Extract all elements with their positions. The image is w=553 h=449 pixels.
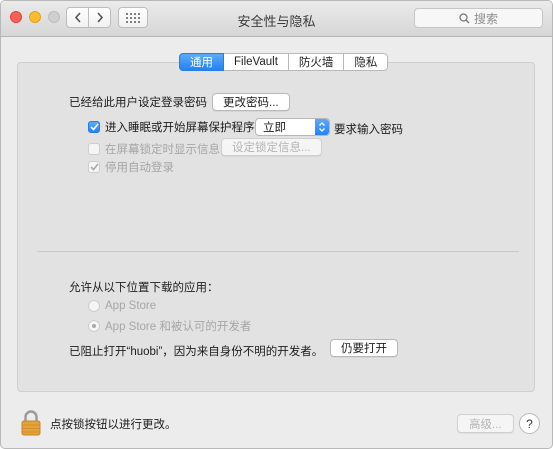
help-button[interactable]: ? [519, 413, 540, 434]
open-anyway-button[interactable]: 仍要打开 [330, 339, 398, 357]
title-bar: 安全性与隐私 搜索 [1, 1, 552, 37]
show-message-label: 在屏幕锁定时显示信息 [105, 144, 220, 156]
app-store-radio[interactable] [88, 300, 100, 312]
tab-privacy[interactable]: 隐私 [344, 53, 389, 71]
identified-developers-radio[interactable] [88, 320, 100, 332]
tab-bar: 通用 FileVault 防火墙 隐私 [179, 53, 389, 71]
search-input[interactable]: 搜索 [414, 8, 543, 28]
disable-auto-login-checkbox[interactable] [88, 161, 100, 173]
preferences-window: 安全性与隐私 搜索 已经给此用户设定登录密码 更改密码... 进入睡眠或开始屏幕… [0, 0, 553, 449]
require-password-label: 进入睡眠或开始屏幕保护程序 [105, 122, 255, 134]
tab-general[interactable]: 通用 [179, 53, 224, 71]
popup-arrows-icon [315, 119, 329, 135]
require-password-suffix: 要求输入密码 [334, 124, 403, 136]
section-divider [37, 251, 519, 252]
require-password-delay-value: 立即 [263, 122, 286, 134]
search-icon [459, 12, 470, 23]
lock-message: 点按锁按钮以进行更改。 [50, 419, 177, 431]
advanced-button[interactable]: 高级... [457, 414, 514, 433]
show-message-checkbox[interactable] [88, 143, 100, 155]
downloads-heading: 允许从以下位置下载的应用： [69, 282, 219, 294]
password-set-label: 已经给此用户设定登录密码 [69, 97, 207, 109]
general-panel: 已经给此用户设定登录密码 更改密码... 进入睡眠或开始屏幕保护程序 立即 要求… [17, 62, 535, 392]
require-password-checkbox[interactable] [88, 121, 100, 133]
blocked-app-message: 已阻止打开“huobi”，因为来自身份不明的开发者。 [69, 346, 324, 358]
tab-filevault[interactable]: FileVault [224, 53, 289, 71]
disable-auto-login-label: 停用自动登录 [105, 162, 174, 174]
app-store-radio-label: App Store [105, 300, 157, 312]
lock-button[interactable] [21, 410, 41, 439]
checkmark-icon [89, 163, 99, 171]
identified-developers-radio-label: App Store 和被认可的开发者 [105, 321, 252, 333]
require-password-delay-select[interactable]: 立即 [255, 118, 330, 136]
search-placeholder: 搜索 [473, 11, 498, 26]
change-password-button[interactable]: 更改密码... [212, 93, 290, 111]
lock-icon [21, 410, 41, 436]
checkmark-icon [89, 123, 99, 131]
tab-firewall[interactable]: 防火墙 [288, 53, 345, 71]
set-lock-message-button[interactable]: 设定锁定信息... [221, 138, 322, 156]
